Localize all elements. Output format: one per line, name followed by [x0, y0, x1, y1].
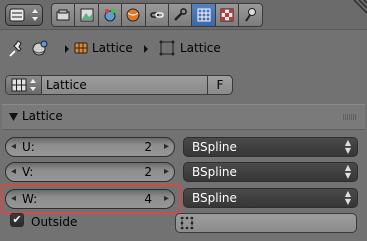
lattice-data-icon [11, 78, 26, 92]
updown-arrows-icon [29, 79, 36, 91]
breadcrumb-separator-icon [144, 45, 148, 53]
editor-type-button[interactable] [5, 4, 43, 26]
tab-scene[interactable] [74, 3, 99, 27]
scene-icon [80, 8, 94, 22]
highlight-box [1, 184, 181, 214]
object-icon [126, 8, 140, 22]
lattice-object-icon [74, 42, 88, 54]
pin-icon[interactable] [7, 40, 25, 58]
updown-arrows-icon [32, 9, 38, 21]
tab-lattice-data[interactable] [191, 3, 216, 27]
tab-world[interactable] [97, 3, 123, 27]
updown-arrows-icon: ▲ ▼ [344, 163, 352, 180]
points-u-field[interactable]: ◂ U: 2 ▸ [5, 137, 175, 157]
lattice-data-icon [159, 40, 175, 56]
tab-physics[interactable] [238, 3, 263, 27]
modifiers-icon [174, 8, 188, 21]
outside-checkbox[interactable]: ✔ [10, 213, 24, 227]
increment-arrow-icon[interactable]: ▸ [164, 141, 169, 152]
updown-arrows-icon: ▲ ▼ [344, 138, 352, 155]
interpolation-u-menu[interactable]: BSpline ▲ ▼ [183, 137, 358, 157]
render-layers-icon [56, 9, 70, 21]
updown-arrows-icon: ▲ ▼ [344, 189, 352, 206]
tab-object[interactable] [121, 3, 146, 27]
object-data-icon [32, 40, 48, 56]
interpolation-w-value: BSpline [192, 191, 237, 205]
interpolation-u-value: BSpline [192, 140, 237, 154]
world-icon [104, 9, 116, 22]
points-v-field[interactable]: ◂ V: 2 ▸ [5, 162, 175, 182]
browse-lattice-button[interactable] [6, 76, 42, 94]
tab-texture[interactable] [214, 3, 240, 27]
area-corner-icon[interactable] [348, 0, 367, 19]
texture-icon [220, 8, 234, 22]
lattice-object-field[interactable] [175, 213, 357, 233]
breadcrumb-data-name: Lattice [180, 41, 221, 55]
breadcrumb-object-name: Lattice [92, 41, 133, 55]
points-v-value: 2 [144, 165, 152, 179]
physics-icon [245, 8, 257, 22]
constraints-icon [149, 12, 164, 18]
properties-tabs [51, 3, 263, 27]
checkmark-icon: ✔ [12, 213, 22, 226]
panel-drag-grip[interactable] [343, 114, 357, 120]
collapse-triangle-icon [9, 113, 18, 121]
datablock-name: Lattice [46, 78, 87, 92]
panel-title: Lattice [22, 109, 63, 123]
interpolation-v-menu[interactable]: BSpline ▲ ▼ [183, 162, 358, 182]
points-u-value: 2 [144, 140, 152, 154]
lattice-data-icon [197, 8, 211, 22]
tab-render-layers[interactable] [51, 3, 76, 27]
lattice-points-icon [180, 216, 194, 230]
decrement-arrow-icon[interactable]: ◂ [11, 141, 16, 152]
points-u-label: U: [22, 140, 35, 154]
decrement-arrow-icon[interactable]: ◂ [11, 166, 16, 177]
breadcrumb-separator-icon [65, 45, 69, 53]
lattice-panel-header[interactable]: Lattice [2, 105, 365, 130]
fake-user-button[interactable]: F [207, 75, 233, 95]
tab-constraints[interactable] [144, 3, 169, 27]
tab-modifiers[interactable] [167, 3, 193, 27]
outside-label: Outside [31, 215, 78, 229]
interpolation-w-menu[interactable]: BSpline ▲ ▼ [183, 188, 358, 208]
properties-editor-icon [9, 8, 25, 22]
interpolation-v-value: BSpline [192, 165, 237, 179]
increment-arrow-icon[interactable]: ▸ [164, 166, 169, 177]
points-v-label: V: [22, 165, 34, 179]
